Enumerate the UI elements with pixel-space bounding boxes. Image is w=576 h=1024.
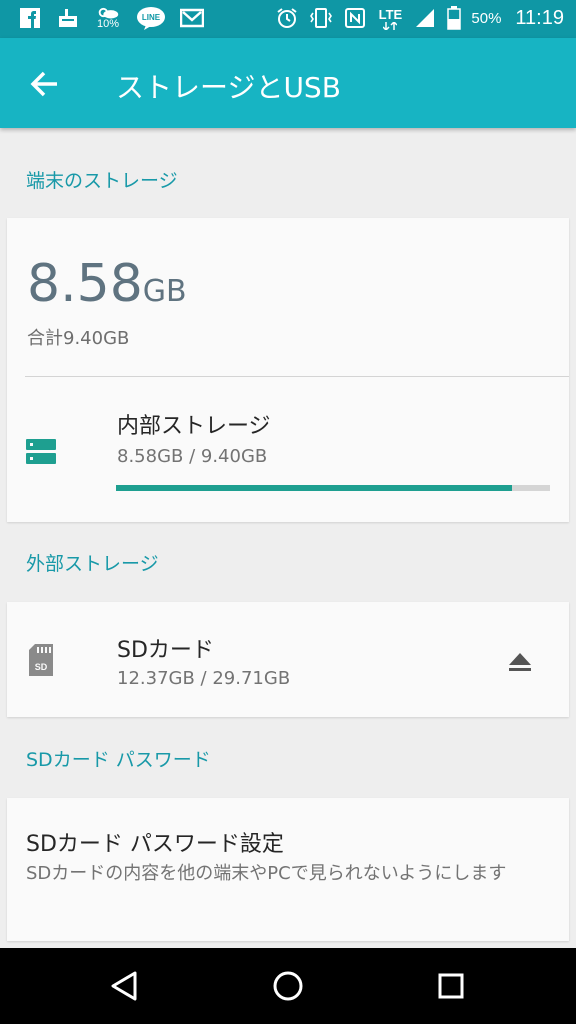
internal-storage-item[interactable]: 内部ストレージ 8.58GB / 9.40GB	[7, 378, 569, 522]
nav-home-icon	[273, 971, 303, 1001]
nav-back-button[interactable]	[104, 966, 144, 1006]
sd-card-icon-label: SD	[35, 662, 48, 672]
weather-percent: 10%	[96, 18, 120, 30]
divider	[25, 376, 569, 377]
section-header-external-storage: 外部ストレージ	[26, 553, 159, 575]
eject-icon	[509, 653, 531, 671]
nav-recents-icon	[438, 973, 464, 999]
lte-label: LTE	[378, 6, 403, 22]
page-title: ストレージとUSB	[116, 71, 341, 104]
clock: 11:19	[515, 6, 564, 29]
sd-card-usage: 12.37GB / 29.71GB	[117, 668, 291, 689]
alarm-icon	[275, 6, 299, 30]
navigation-bar	[0, 948, 576, 1024]
nav-back-icon	[111, 971, 137, 1001]
app-bar: ストレージとUSB	[0, 38, 576, 128]
sd-card-icon: SD	[23, 642, 59, 678]
line-icon: LINE	[136, 6, 166, 30]
internal-storage-usage: 8.58GB / 9.40GB	[117, 446, 268, 467]
used-storage: 8.58GB	[27, 254, 187, 314]
arrow-back-icon	[30, 71, 57, 97]
lte-icon: LTE	[377, 6, 403, 30]
cleaner-icon	[56, 6, 80, 30]
section-header-device-storage: 端末のストレージ	[26, 170, 178, 192]
battery-percent: 50%	[471, 9, 502, 27]
used-storage-unit: GB	[142, 274, 187, 309]
notification-icons: 10% LINE	[18, 6, 204, 30]
status-bar: 10% LINE LTE 50% 11:19	[0, 0, 576, 38]
nav-recents-button[interactable]	[431, 966, 471, 1006]
storage-icon	[23, 434, 59, 470]
sd-card-title: SDカード	[117, 638, 214, 663]
weather-icon: 10%	[94, 6, 122, 30]
nav-home-button[interactable]	[268, 966, 308, 1006]
sd-password-setting-item[interactable]: SDカード パスワード設定 SDカードの内容を他の端末やPCで見られないようにし…	[7, 798, 569, 941]
vibrate-icon	[309, 6, 333, 30]
internal-storage-progress-fill	[116, 485, 513, 491]
mail-icon	[180, 6, 204, 30]
system-icons: LTE 50% 11:19	[275, 6, 564, 30]
total-storage: 合計9.40GB	[27, 328, 130, 349]
used-storage-value: 8.58	[27, 254, 143, 314]
nfc-icon	[343, 6, 367, 30]
device-storage-card: 8.58GB 合計9.40GB 内部ストレージ 8.58GB / 9.40GB	[7, 218, 569, 522]
section-header-sd-password: SDカード パスワード	[26, 749, 211, 771]
back-button[interactable]	[22, 62, 66, 106]
internal-storage-progress	[116, 485, 550, 491]
signal-icon	[413, 6, 437, 30]
line-label: LINE	[142, 13, 161, 22]
sd-password-title: SDカード パスワード設定	[26, 832, 284, 857]
eject-button[interactable]	[505, 647, 535, 677]
battery-icon	[447, 6, 462, 30]
sd-password-description: SDカードの内容を他の端末やPCで見られないようにします	[26, 863, 507, 884]
facebook-icon	[18, 6, 42, 30]
internal-storage-title: 内部ストレージ	[117, 414, 271, 439]
sd-card-item[interactable]: SD SDカード 12.37GB / 29.71GB	[7, 602, 569, 717]
